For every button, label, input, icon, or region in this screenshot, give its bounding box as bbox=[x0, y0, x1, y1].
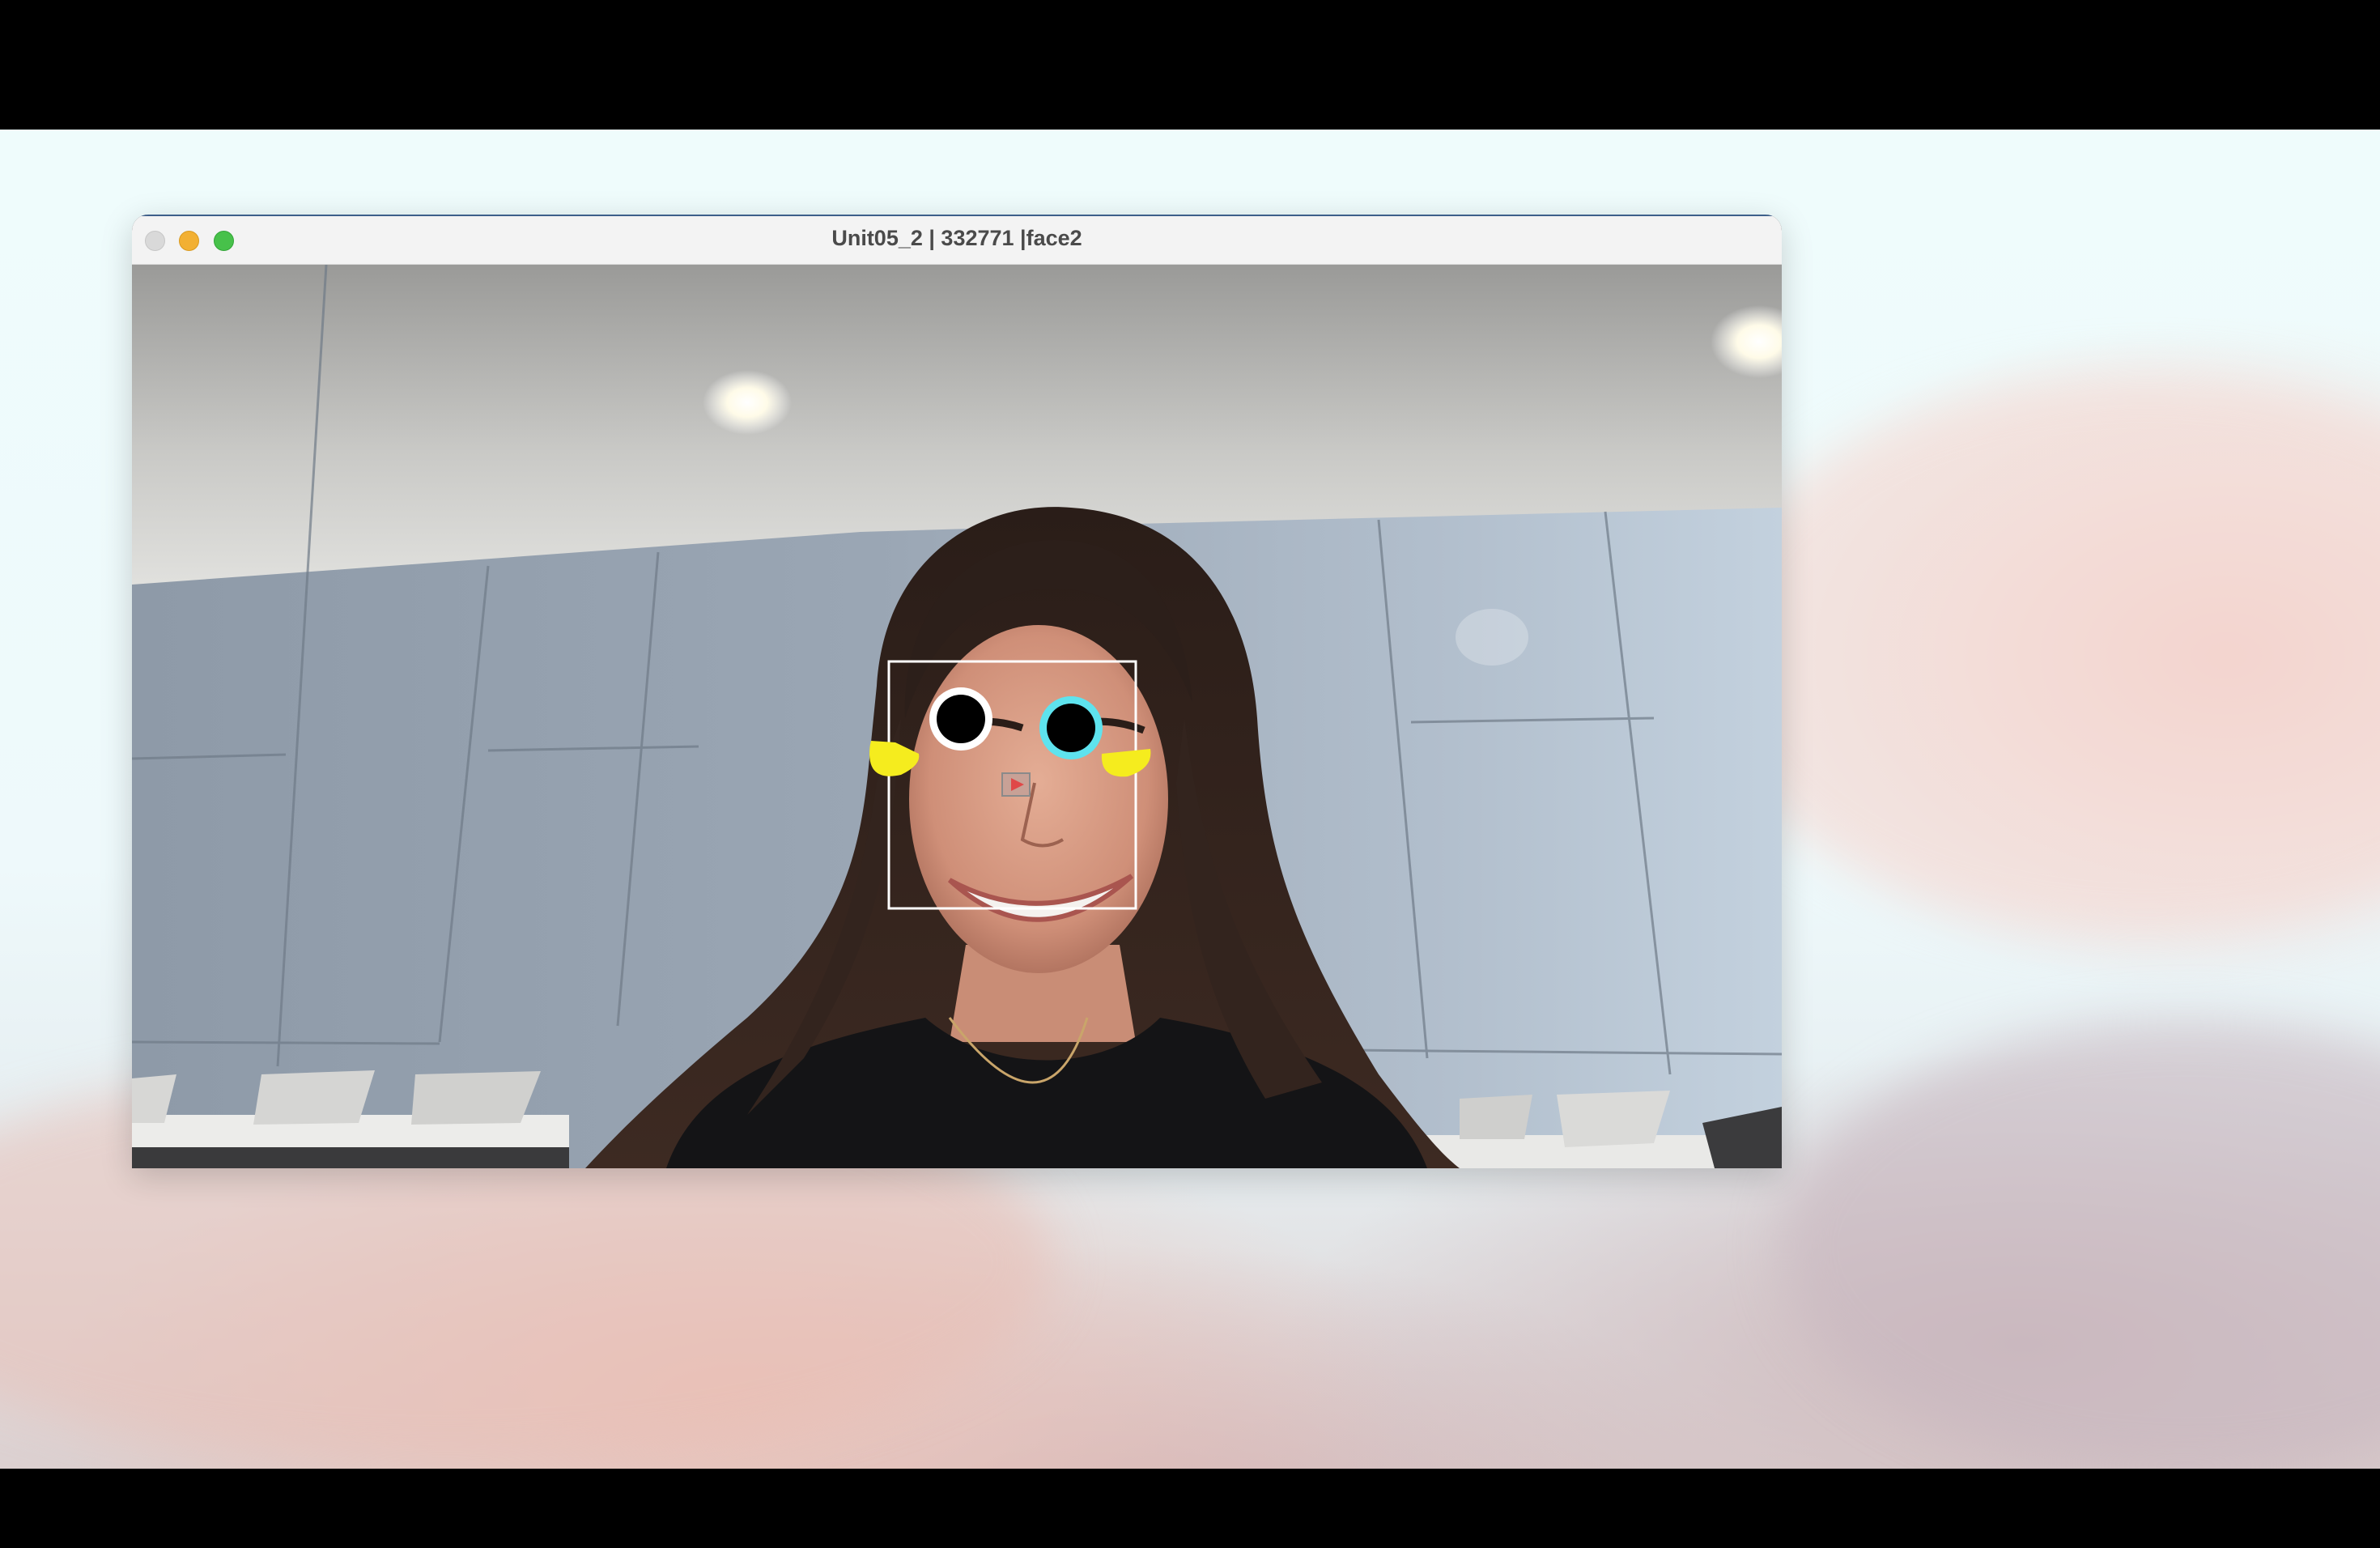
app-window[interactable]: Unit05_2 | 332771 |face2 bbox=[132, 215, 1782, 1168]
bottom-letterbox bbox=[0, 1469, 2380, 1548]
window-titlebar[interactable]: Unit05_2 | 332771 |face2 bbox=[132, 215, 1782, 265]
camera-frame bbox=[132, 265, 1782, 1168]
window-title: Unit05_2 | 332771 |face2 bbox=[831, 226, 1082, 250]
right-eye-pupil bbox=[1047, 704, 1095, 752]
camera-feed bbox=[132, 265, 1782, 1168]
left-eye-pupil bbox=[937, 695, 985, 743]
desktop-wave bbox=[1781, 1020, 2380, 1469]
screen: Unit05_2 | 332771 |face2 bbox=[0, 0, 2380, 1548]
desktop-wave bbox=[1700, 372, 2380, 939]
